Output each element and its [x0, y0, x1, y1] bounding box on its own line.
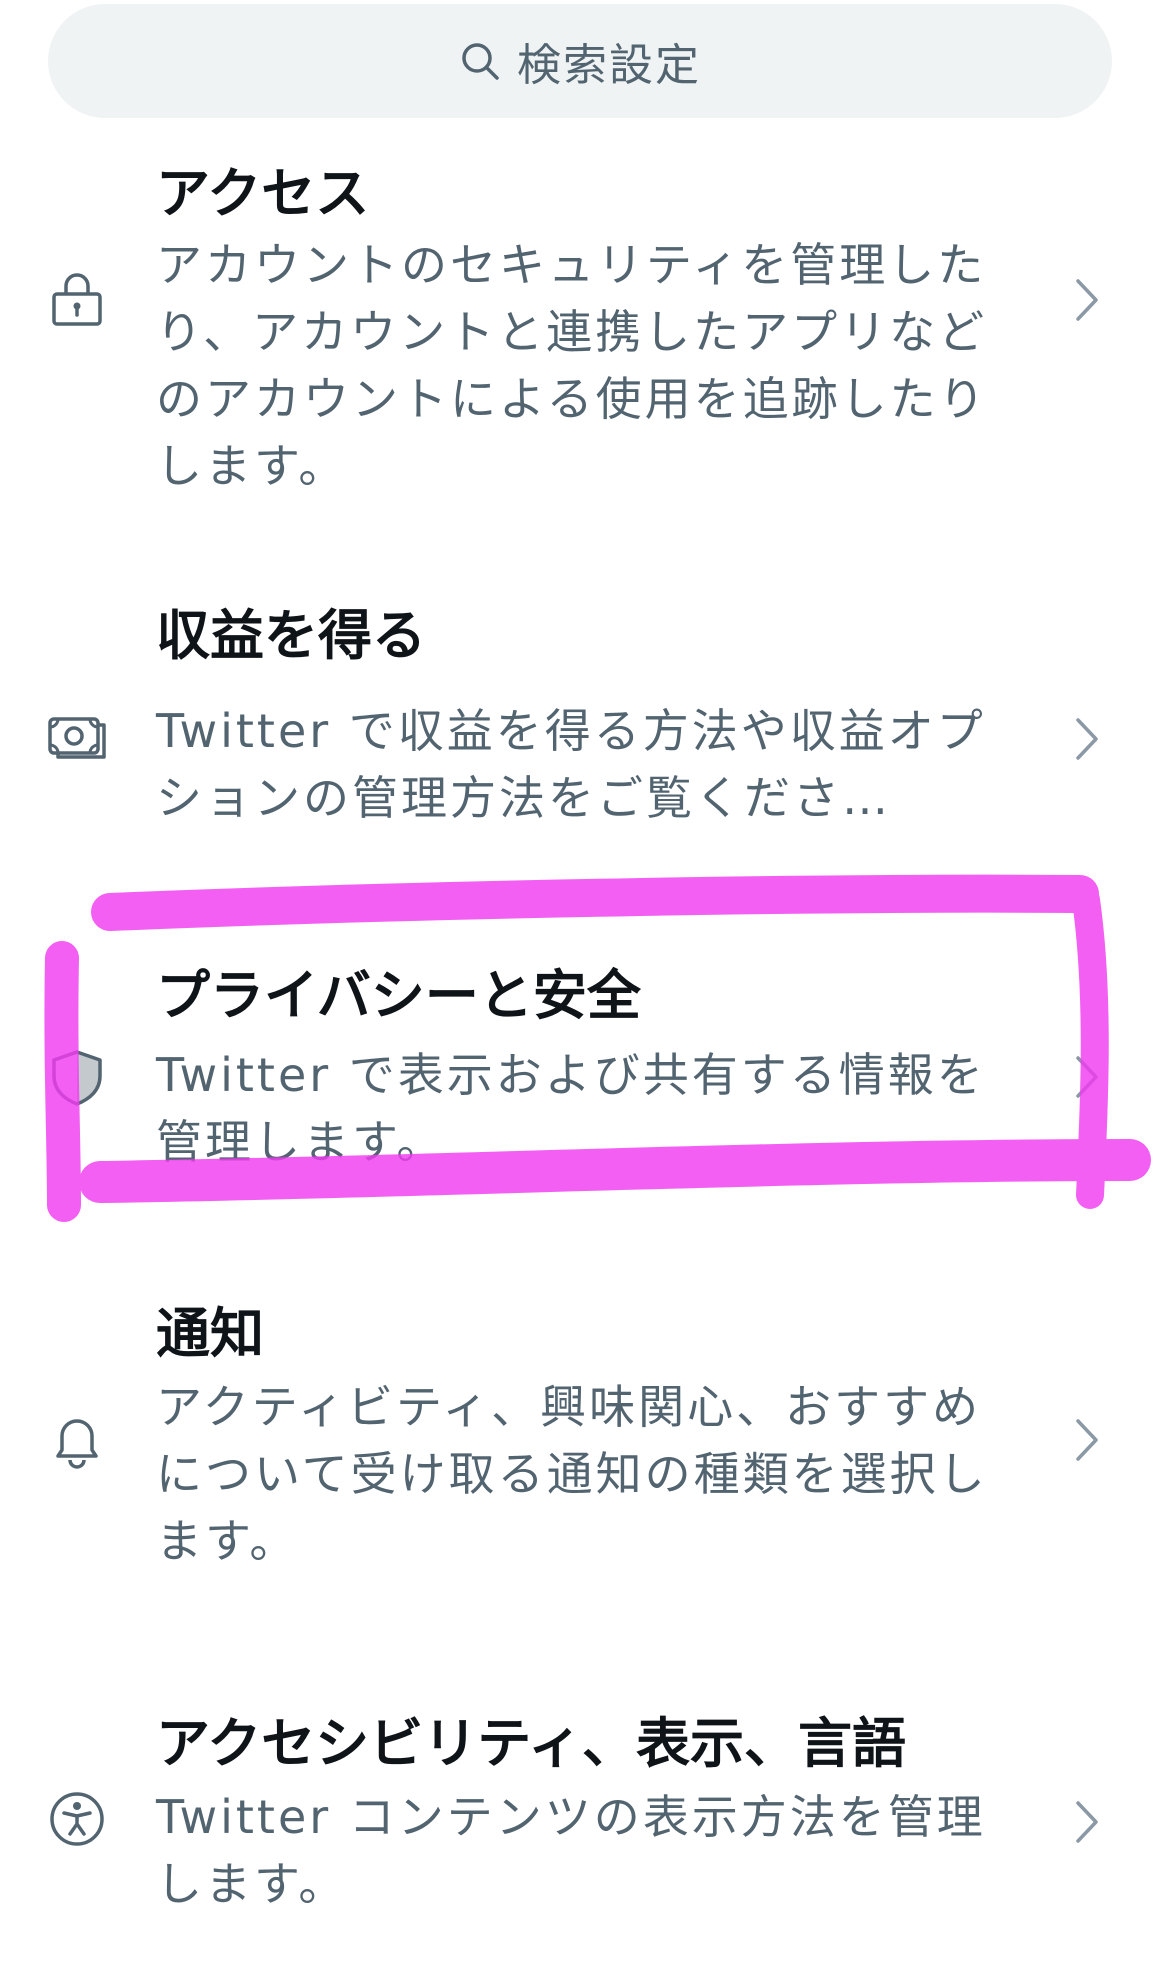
setting-description: Twitter で表示および共有する情報を管理します。 — [156, 1048, 986, 1169]
money-icon — [46, 705, 108, 767]
setting-title: プライバシーと安全 — [156, 964, 641, 1027]
chevron-right-icon — [1070, 1797, 1104, 1847]
setting-title: 収益を得る — [156, 604, 426, 667]
setting-item-privacy-and-safety[interactable]: プライバシーと安全 Twitter で表示および共有する情報を管理します。 — [0, 950, 1170, 1180]
chevron-right-icon — [1070, 1052, 1104, 1102]
setting-description: Twitter コンテンツの表示方法を管理します。 — [156, 1790, 986, 1911]
setting-title: 通知 — [156, 1302, 264, 1365]
highlight-stroke-top — [91, 874, 1099, 931]
bell-icon — [46, 1410, 108, 1472]
setting-item-accessibility-display-languages[interactable]: アクセシビリティ、表示、言語 Twitter コンテンツの表示方法を管理します。 — [0, 1700, 1170, 1940]
lock-icon — [46, 268, 108, 330]
shield-icon — [46, 1046, 108, 1108]
chevron-right-icon — [1070, 1415, 1104, 1465]
search-placeholder: 検索設定 — [517, 40, 701, 91]
chevron-right-icon — [1070, 275, 1104, 325]
chevron-right-icon — [1070, 714, 1104, 764]
setting-description: Twitter で収益を得る方法や収益オプションの管理方法をご覧くださ… — [156, 704, 986, 825]
setting-item-notifications[interactable]: 通知 アクティビティ、興味関心、おすすめについて受け取る通知の種類を選択します。 — [0, 1290, 1170, 1590]
setting-description: アカウントのセキュリティを管理したり、アカウントと連携したアプリなどのアカウント… — [156, 238, 988, 493]
setting-description: アクティビティ、興味関心、おすすめについて受け取る通知の種類を選択します。 — [156, 1380, 988, 1568]
accessibility-icon — [46, 1788, 108, 1850]
setting-item-access[interactable]: アクセス アカウントのセキュリティを管理したり、アカウントと連携したアプリなどの… — [0, 150, 1170, 510]
setting-title: アクセシビリティ、表示、言語 — [156, 1712, 907, 1775]
search-bar[interactable]: 検索設定 — [48, 4, 1112, 118]
setting-item-monetization[interactable]: 収益を得る Twitter で収益を得る方法や収益オプションの管理方法をご覧くだ… — [0, 590, 1170, 850]
search-icon — [459, 40, 501, 82]
setting-title: アクセス — [156, 162, 370, 225]
